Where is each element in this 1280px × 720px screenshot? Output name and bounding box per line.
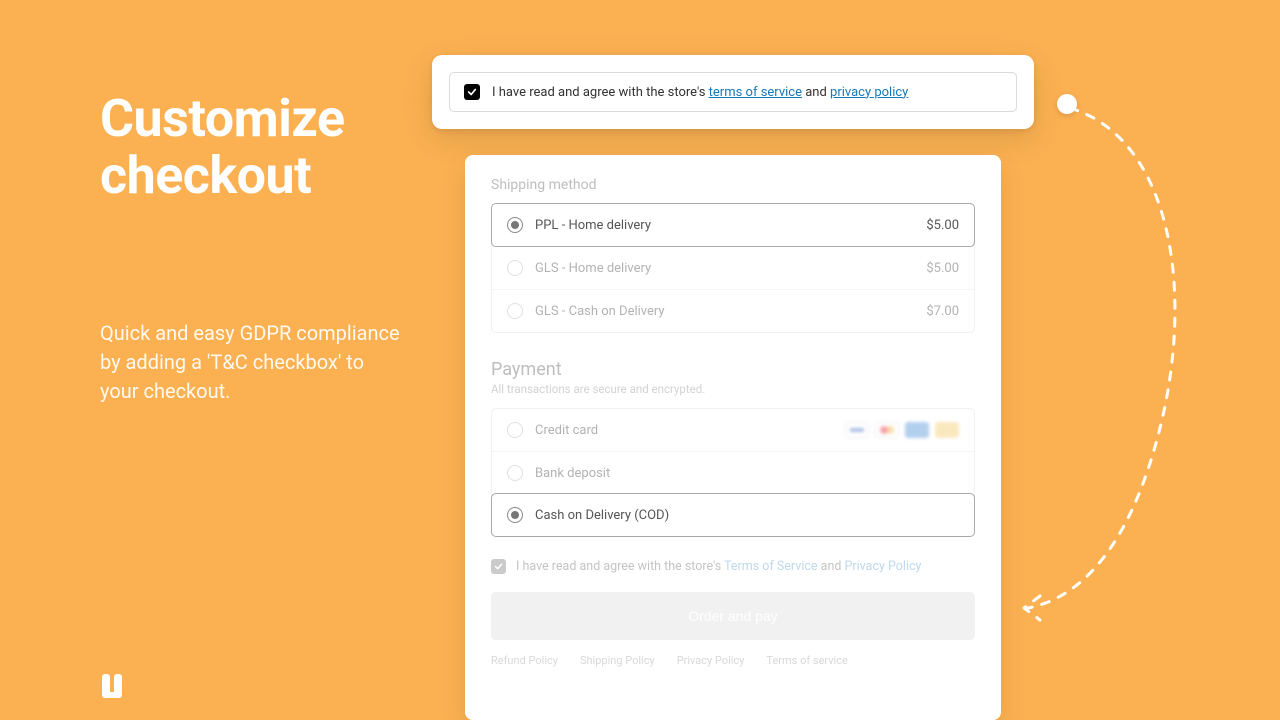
radio-icon [507,422,523,438]
payment-label: Credit card [535,423,598,438]
page-subtitle: Quick and easy GDPR compliance by adding… [100,319,400,406]
payment-subtitle: All transactions are secure and encrypte… [491,382,975,396]
tos-link[interactable]: terms of service [709,85,802,100]
footer-link[interactable]: Privacy Policy [677,654,745,667]
privacy-link[interactable]: privacy policy [830,85,908,100]
payment-options: Credit card Bank deposit Cash on Deliver… [491,408,975,537]
shipping-price: $7.00 [926,304,959,319]
payment-option[interactable]: Cash on Delivery (COD) [491,493,975,537]
brand-logo-icon [100,670,126,700]
amex-icon [905,422,929,438]
radio-icon [507,303,523,319]
arrow-path-icon [1010,98,1210,638]
tc-joiner: and [818,559,845,574]
card-brand-icons [845,422,959,438]
footer-link[interactable]: Refund Policy [491,654,558,667]
tc-checkbox-small[interactable] [491,559,506,574]
shipping-price: $5.00 [926,261,959,276]
footer-link[interactable]: Shipping Policy [580,654,655,667]
radio-icon [507,217,523,233]
shipping-price: $5.00 [926,218,959,233]
payment-option[interactable]: Bank deposit [492,451,974,494]
tc-row: I have read and agree with the store's T… [491,559,975,574]
mastercard-icon [875,422,899,438]
footer-link[interactable]: Terms of service [766,654,847,667]
shipping-label: GLS - Home delivery [535,261,651,276]
payment-title: Payment [491,359,975,380]
tc-prefix: I have read and agree with the store's [516,559,724,574]
tos-link[interactable]: Terms of Service [724,559,817,574]
payment-label: Bank deposit [535,466,610,481]
shipping-option[interactable]: PPL - Home delivery $5.00 [491,203,975,247]
footer-links: Refund Policy Shipping Policy Privacy Po… [491,654,975,667]
radio-icon [507,507,523,523]
tc-callout-text: I have read and agree with the store's t… [492,85,908,100]
tc-checkbox[interactable] [464,84,480,100]
shipping-label: GLS - Cash on Delivery [535,304,665,319]
shipping-title: Shipping method [491,177,975,193]
shipping-option[interactable]: GLS - Home delivery $5.00 [492,246,974,289]
shipping-options: PPL - Home delivery $5.00 GLS - Home del… [491,203,975,333]
shipping-label: PPL - Home delivery [535,218,651,233]
payment-label: Cash on Delivery (COD) [535,508,669,523]
privacy-link[interactable]: Privacy Policy [845,559,922,574]
shipping-option[interactable]: GLS - Cash on Delivery $7.00 [492,289,974,332]
page-title: Customize checkout [100,90,400,204]
radio-icon [507,260,523,276]
checkout-panel: Shipping method PPL - Home delivery $5.0… [465,155,1001,720]
visa-icon [845,422,869,438]
order-pay-button[interactable]: Order and pay [491,592,975,640]
payment-option[interactable]: Credit card [492,409,974,451]
card-icon [935,422,959,438]
tc-prefix: I have read and agree with the store's [492,85,709,100]
radio-icon [507,465,523,481]
tc-callout-card: I have read and agree with the store's t… [432,55,1034,129]
tc-joiner: and [802,85,830,100]
